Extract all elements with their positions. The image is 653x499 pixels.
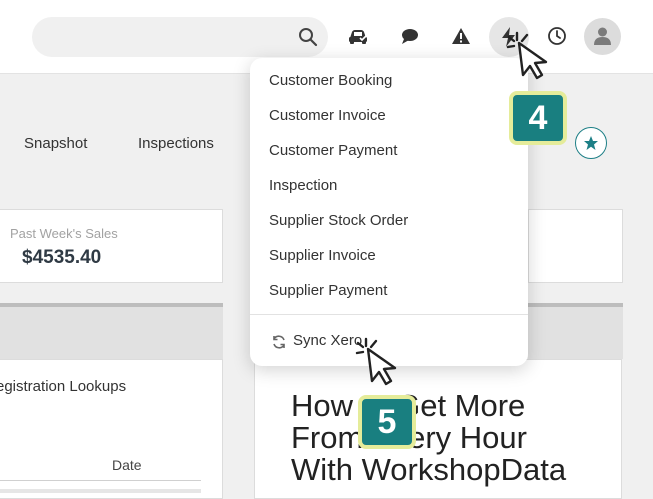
stats-card (528, 209, 623, 283)
tab-inspections[interactable]: Inspections (138, 135, 214, 152)
panel-header-right (528, 303, 623, 359)
menu-item-customer-invoice[interactable]: Customer Invoice (269, 107, 386, 124)
user-icon (594, 27, 611, 45)
step-badge: 5 (358, 395, 416, 449)
sales-value: $4535.40 (22, 247, 102, 268)
search-icon[interactable] (298, 27, 318, 47)
car-icon[interactable] (347, 25, 369, 47)
article-headline[interactable]: How to Get More From Every Hour With Wor… (291, 390, 631, 486)
sales-card (0, 209, 223, 283)
menu-item-customer-booking[interactable]: Customer Booking (269, 72, 392, 89)
star-icon (584, 136, 598, 150)
click-cursor-icon (355, 337, 397, 386)
menu-item-supplier-stock-order[interactable]: Supplier Stock Order (269, 212, 408, 229)
favourite-button[interactable] (575, 127, 607, 159)
table-row (0, 489, 201, 493)
warning-icon[interactable] (450, 25, 472, 47)
table-divider (0, 480, 201, 481)
menu-item-supplier-payment[interactable]: Supplier Payment (269, 282, 387, 299)
step-badge: 4 (509, 91, 567, 145)
search-input[interactable] (32, 17, 328, 57)
menu-item-sync-xero[interactable]: Sync Xero (293, 332, 362, 349)
chat-icon[interactable] (399, 25, 421, 47)
date-column-header[interactable]: Date (112, 457, 142, 473)
registration-lookups-heading: egistration Lookups (0, 378, 127, 395)
menu-item-inspection[interactable]: Inspection (269, 177, 337, 194)
avatar[interactable] (584, 18, 621, 55)
menu-item-supplier-invoice[interactable]: Supplier Invoice (269, 247, 376, 264)
menu-divider (250, 314, 528, 315)
click-cursor-icon (506, 31, 548, 80)
refresh-icon (273, 335, 285, 349)
quick-create-menu: Customer Booking Customer Invoice Custom… (250, 58, 528, 366)
tab-snapshot[interactable]: Snapshot (24, 135, 87, 152)
sales-label: Past Week's Sales (10, 226, 118, 241)
menu-item-customer-payment[interactable]: Customer Payment (269, 142, 397, 159)
panel-header-left (0, 303, 223, 359)
